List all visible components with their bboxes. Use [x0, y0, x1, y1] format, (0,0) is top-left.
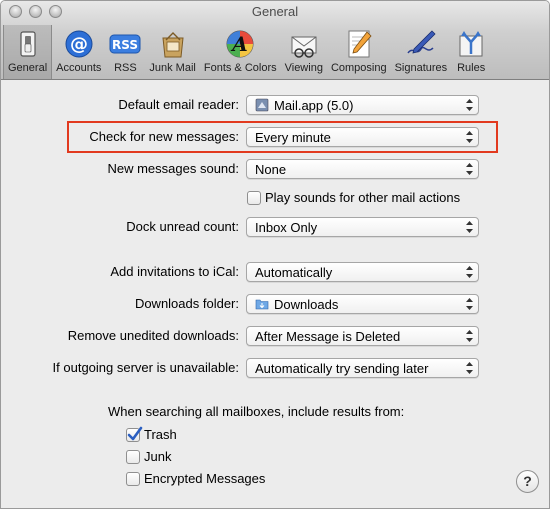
tab-fonts-colors[interactable]: A Fonts & Colors — [200, 25, 281, 79]
tab-general[interactable]: General — [3, 25, 53, 79]
stamp-icon — [255, 98, 269, 112]
select-value: Automatically try sending later — [255, 360, 429, 376]
window-title: General — [251, 4, 299, 19]
select-value: Mail.app (5.0) — [274, 97, 354, 113]
chevron-updown-icon — [466, 163, 473, 175]
switch-icon — [19, 31, 36, 57]
tab-label: Viewing — [284, 62, 323, 74]
tab-label: RSS — [114, 62, 137, 74]
downloads-folder-select[interactable]: Downloads — [246, 294, 479, 314]
encrypted-messages-label: Encrypted Messages — [144, 471, 266, 486]
add-invitations-select[interactable]: Automatically — [246, 262, 479, 282]
row-downloads-folder: Downloads folder: Downloads — [1, 294, 549, 314]
encrypted-messages-checkbox[interactable] — [126, 472, 140, 486]
row-default-email-reader: Default email reader: Mail.app (5.0) — [1, 95, 549, 115]
outgoing-server-label: If outgoing server is unavailable: — [52, 360, 239, 375]
select-value: Automatically — [255, 264, 333, 280]
chevron-updown-icon — [466, 298, 473, 310]
play-sounds-checkbox[interactable] — [247, 191, 261, 205]
row-new-messages-sound: New messages sound: None — [1, 159, 549, 179]
svg-text:@: @ — [70, 34, 88, 55]
chevron-updown-icon — [466, 362, 473, 374]
tab-label: Composing — [330, 62, 387, 74]
row-add-invitations: Add invitations to iCal: Automatically — [1, 262, 549, 282]
remove-unedited-select[interactable]: After Message is Deleted — [246, 326, 479, 346]
tab-junk-mail[interactable]: Junk Mail — [145, 25, 199, 79]
tab-signatures[interactable]: Signatures — [391, 25, 452, 79]
viewing-icon — [291, 36, 317, 58]
chevron-updown-icon — [466, 266, 473, 278]
new-messages-sound-select[interactable]: None — [246, 159, 479, 179]
tab-composing[interactable]: Composing — [327, 25, 391, 79]
title-bar: General General @ Accounts RSS RSS Junk … — [1, 1, 549, 80]
tab-rules[interactable]: Rules — [451, 25, 491, 79]
tab-label: Signatures — [394, 62, 448, 74]
junk-mail-icon — [162, 32, 184, 58]
new-messages-sound-label: New messages sound: — [107, 161, 239, 176]
tab-label: General — [8, 62, 48, 74]
junk-label: Junk — [144, 449, 172, 464]
chevron-updown-icon — [466, 221, 473, 233]
default-email-reader-select[interactable]: Mail.app (5.0) — [246, 95, 479, 115]
preferences-toolbar: General @ Accounts RSS RSS Junk Mail A F… — [3, 25, 491, 79]
rules-icon — [459, 31, 483, 57]
tab-label: Fonts & Colors — [203, 62, 277, 74]
tab-label: Rules — [457, 62, 486, 74]
select-value: Every minute — [255, 129, 331, 145]
checkmark-icon — [127, 426, 143, 441]
default-email-reader-label: Default email reader: — [118, 97, 239, 112]
row-dock-unread-count: Dock unread count: Inbox Only — [1, 217, 549, 237]
downloads-folder-label: Downloads folder: — [134, 296, 239, 311]
tab-accounts[interactable]: @ Accounts — [52, 25, 105, 79]
dock-unread-count-select[interactable]: Inbox Only — [246, 217, 479, 237]
help-button[interactable]: ? — [516, 470, 539, 493]
add-invitations-label: Add invitations to iCal: — [110, 264, 239, 279]
fonts-colors-icon: A — [226, 30, 254, 58]
tab-label: Accounts — [56, 62, 102, 74]
select-value: After Message is Deleted — [255, 328, 401, 344]
tab-rss[interactable]: RSS RSS — [105, 25, 145, 79]
signatures-icon — [407, 30, 436, 54]
check-new-messages-select[interactable]: Every minute — [246, 127, 479, 147]
dock-unread-count-label: Dock unread count: — [126, 219, 239, 234]
preferences-window: General General @ Accounts RSS RSS Junk … — [0, 0, 550, 509]
search-heading: When searching all mailboxes, include re… — [108, 404, 405, 419]
play-sounds-label: Play sounds for other mail actions — [265, 190, 461, 205]
trash-checkbox[interactable] — [126, 426, 143, 442]
row-remove-unedited: Remove unedited downloads: After Message… — [1, 326, 549, 346]
row-check-new-messages: Check for new messages: Every minute — [1, 127, 549, 147]
svg-text:A: A — [230, 32, 248, 56]
trash-label: Trash — [144, 427, 177, 442]
chevron-updown-icon — [466, 131, 473, 143]
select-value: Downloads — [274, 296, 339, 312]
remove-unedited-label: Remove unedited downloads: — [67, 328, 239, 343]
svg-text:RSS: RSS — [112, 38, 138, 52]
tab-label: Junk Mail — [149, 62, 196, 74]
outgoing-server-select[interactable]: Automatically try sending later — [246, 358, 479, 378]
select-value: Inbox Only — [255, 219, 318, 235]
check-new-messages-label: Check for new messages: — [89, 129, 239, 144]
at-sign-icon: @ — [65, 30, 93, 58]
select-value: None — [255, 161, 287, 177]
chevron-updown-icon — [466, 330, 473, 342]
junk-checkbox[interactable] — [126, 450, 140, 464]
tab-viewing[interactable]: Viewing — [281, 25, 327, 79]
composing-icon — [348, 30, 372, 58]
chevron-updown-icon — [466, 99, 473, 111]
rss-icon: RSS — [109, 34, 141, 54]
row-outgoing-server: If outgoing server is unavailable: Autom… — [1, 358, 549, 378]
folder-icon — [255, 299, 269, 310]
